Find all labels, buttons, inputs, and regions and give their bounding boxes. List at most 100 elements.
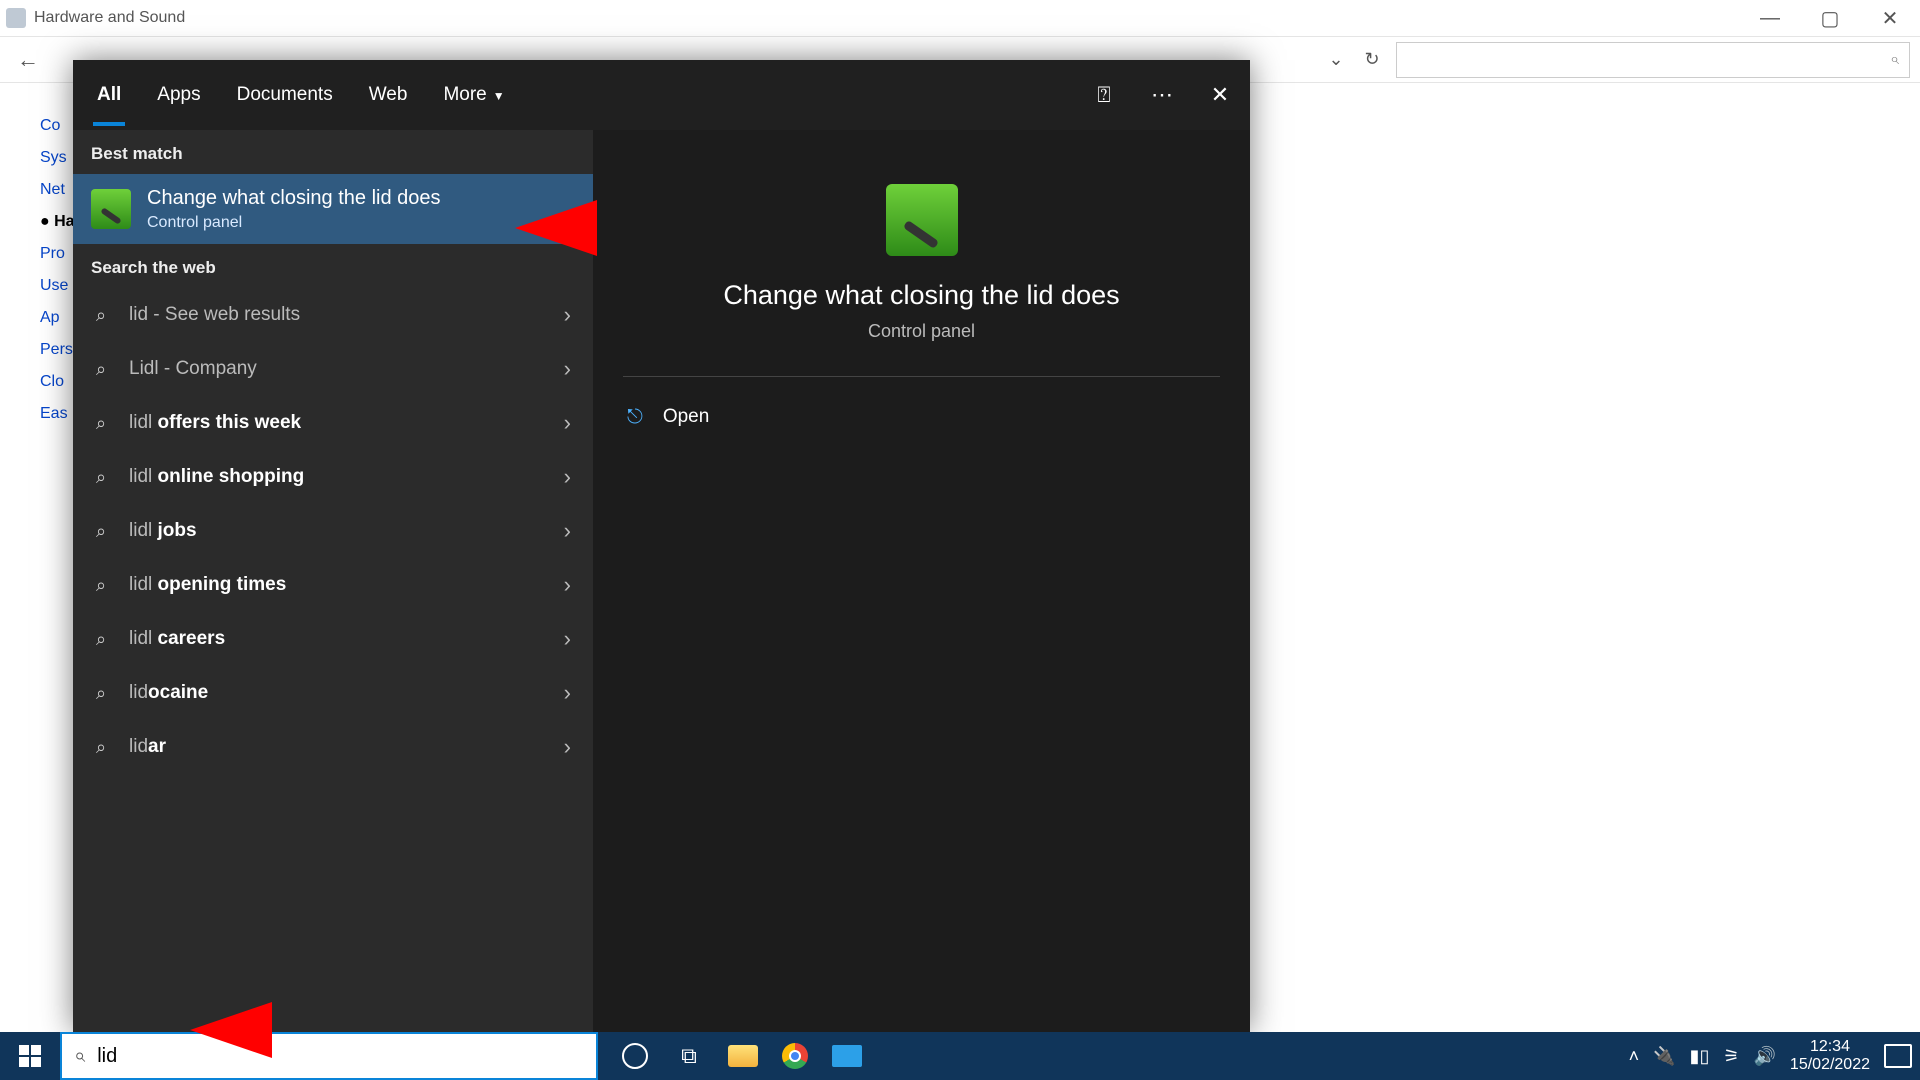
chevron-right-icon: › (564, 572, 571, 598)
taskbar-search-input[interactable]: ⌕ lid (60, 1032, 598, 1080)
battery-icon[interactable]: ▮▯ (1690, 1046, 1710, 1067)
window-title: Hardware and Sound (34, 9, 185, 27)
suggestion-text: lidocaine (129, 682, 208, 704)
search-icon: ⌕ (91, 521, 111, 541)
system-tray: ˄ 🔌 ▮▯ ⚞ 🔊 12:34 15/02/2022 (1629, 1038, 1920, 1074)
chevron-right-icon: › (564, 464, 571, 490)
cp-sidebar-item[interactable]: Ap (40, 302, 75, 334)
chevron-right-icon: › (564, 410, 571, 436)
minimize-button[interactable]: — (1740, 0, 1800, 36)
clock-time: 12:34 (1790, 1038, 1870, 1056)
tab-documents[interactable]: Documents (233, 64, 337, 126)
control-panel-search[interactable]: ⌕ (1396, 42, 1910, 78)
web-suggestion[interactable]: ⌕ lidl opening times › (73, 558, 593, 612)
chevron-down-icon: ▼ (493, 89, 505, 103)
chevron-right-icon: › (564, 734, 571, 760)
suggestion-text: lidl offers this week (129, 412, 301, 434)
cortana-button[interactable] (620, 1041, 650, 1071)
preview-subtitle: Control panel (868, 321, 975, 342)
taskbar: ⌕ lid ⧉ ˄ 🔌 ▮▯ ⚞ 🔊 12:34 15/02/2022 (0, 1032, 1920, 1080)
web-suggestion[interactable]: ⌕ lidl careers › (73, 612, 593, 666)
start-button[interactable] (0, 1032, 60, 1080)
search-preview-pane: Change what closing the lid does Control… (593, 130, 1250, 1032)
control-panel-taskbar-button[interactable] (832, 1045, 862, 1067)
web-suggestion[interactable]: ⌕ lid - See web results › (73, 288, 593, 342)
cp-sidebar-item[interactable]: Eas (40, 398, 75, 430)
web-suggestion[interactable]: ⌕lidl jobs› (73, 504, 593, 558)
suggestion-text: lidl careers (129, 628, 225, 650)
chevron-right-icon: › (564, 302, 571, 328)
taskbar-pinned-apps: ⧉ (620, 1041, 862, 1071)
suggestion-text: lid - See web results (129, 304, 300, 326)
control-panel-icon (6, 8, 26, 28)
cp-sidebar-item[interactable]: Co (40, 110, 75, 142)
file-explorer-button[interactable] (728, 1045, 758, 1067)
search-results-list: Best match Change what closing the lid d… (73, 130, 593, 1032)
web-suggestion[interactable]: ⌕ lidar › (73, 720, 593, 774)
search-icon: ⌕ (91, 305, 111, 325)
suggestion-text: lidl online shopping (129, 466, 304, 488)
suggestion-text: lidl jobs (129, 520, 197, 542)
best-match-title: Change what closing the lid does (147, 186, 441, 210)
search-icon: ⌕ (91, 359, 111, 379)
chevron-right-icon: › (564, 626, 571, 652)
section-best-match: Best match (73, 130, 593, 174)
search-icon: ⌕ (74, 1045, 85, 1068)
web-suggestion[interactable]: ⌕ lidl online shopping › (73, 450, 593, 504)
search-icon: ⌕ (91, 575, 111, 595)
tray-overflow-button[interactable]: ˄ (1629, 1046, 1640, 1067)
tab-web[interactable]: Web (365, 64, 412, 126)
address-dropdown-button[interactable]: ⌄ (1318, 37, 1354, 82)
close-search-button[interactable]: ✕ (1200, 75, 1240, 115)
web-suggestion[interactable]: ⌕ Lidl - Company › (73, 342, 593, 396)
tab-all[interactable]: All (93, 64, 125, 126)
task-view-button[interactable]: ⧉ (674, 1041, 704, 1071)
options-icon[interactable]: ⋯ (1142, 75, 1182, 115)
power-lid-icon (886, 184, 958, 256)
search-icon: ⌕ (91, 737, 111, 757)
suggestion-text: lidar (129, 736, 166, 758)
preview-title: Change what closing the lid does (723, 280, 1119, 311)
start-search-flyout: All Apps Documents Web More▼ ⍰ ⋯ ✕ Best … (73, 60, 1250, 1032)
cp-sidebar-item[interactable]: Pro (40, 238, 75, 270)
tab-more[interactable]: More▼ (439, 64, 508, 126)
web-suggestion[interactable]: ⌕ lidocaine › (73, 666, 593, 720)
tab-apps[interactable]: Apps (153, 64, 204, 126)
web-suggestion[interactable]: ⌕ lidl offers this week › (73, 396, 593, 450)
annotation-arrow (515, 200, 597, 256)
suggestion-text: Lidl - Company (129, 358, 257, 380)
maximize-button[interactable]: ▢ (1800, 0, 1860, 36)
clock-date: 15/02/2022 (1790, 1056, 1870, 1074)
chevron-right-icon: › (564, 680, 571, 706)
open-action[interactable]: ⎋ Open (623, 389, 1220, 445)
search-icon: ⌕ (91, 629, 111, 649)
annotation-arrow (190, 1002, 272, 1058)
clock[interactable]: 12:34 15/02/2022 (1790, 1038, 1870, 1074)
back-button[interactable]: ← (10, 42, 46, 78)
cp-sidebar-item[interactable]: Sys (40, 142, 75, 174)
cp-sidebar-item[interactable]: Pers (40, 334, 75, 366)
cp-sidebar-item[interactable]: Ha (40, 206, 75, 238)
refresh-button[interactable]: ↻ (1354, 37, 1390, 82)
search-icon: ⌕ (91, 467, 111, 487)
open-icon: ⎋ (627, 406, 643, 429)
cp-sidebar-item[interactable]: Use (40, 270, 75, 302)
action-center-button[interactable] (1884, 1044, 1912, 1068)
cp-sidebar-item[interactable]: Clo (40, 366, 75, 398)
suggestion-text: lidl opening times (129, 574, 286, 596)
chrome-button[interactable] (782, 1043, 808, 1069)
close-window-button[interactable]: ✕ (1860, 0, 1920, 36)
feedback-icon[interactable]: ⍰ (1084, 75, 1124, 115)
open-label: Open (663, 406, 709, 428)
windows-logo-icon (19, 1045, 41, 1067)
search-icon: ⌕ (91, 413, 111, 433)
chevron-right-icon: › (564, 356, 571, 382)
power-icon[interactable]: 🔌 (1653, 1046, 1675, 1067)
window-titlebar: Hardware and Sound — ▢ ✕ (0, 0, 1920, 36)
control-panel-sidebar: CoSysNetHaProUseApPersCloEas (40, 110, 75, 430)
cp-sidebar-item[interactable]: Net (40, 174, 75, 206)
search-icon: ⌕ (91, 683, 111, 703)
power-lid-icon (91, 189, 131, 229)
volume-icon[interactable]: 🔊 (1754, 1046, 1776, 1067)
wifi-icon[interactable]: ⚞ (1723, 1046, 1739, 1067)
